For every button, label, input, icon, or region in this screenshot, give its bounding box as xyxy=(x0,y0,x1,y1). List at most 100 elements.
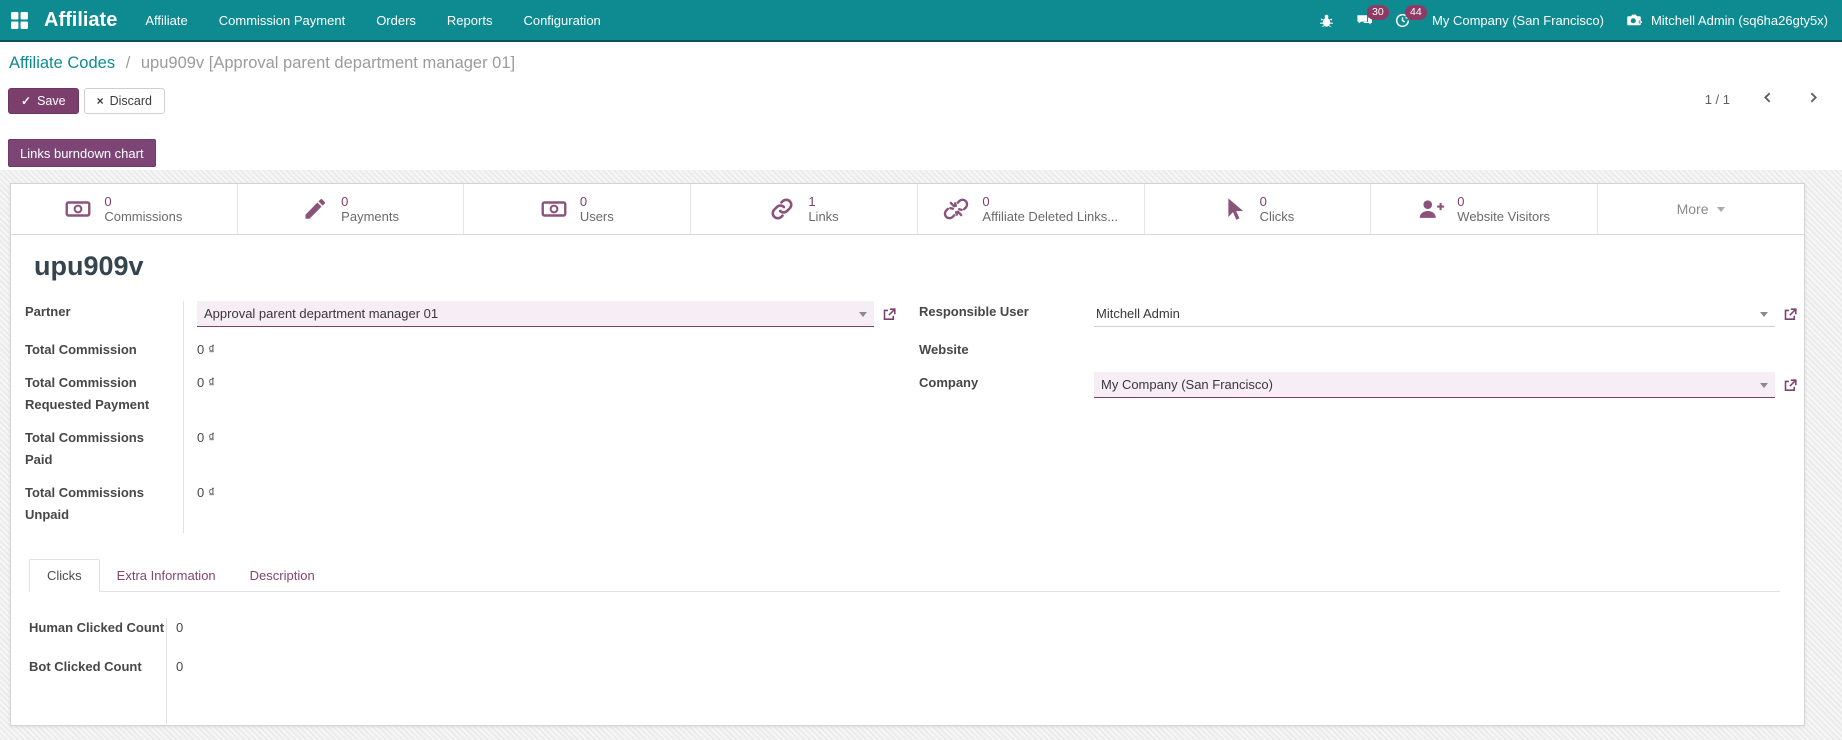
money-icon xyxy=(65,201,91,217)
stat-value: 0 xyxy=(982,194,990,209)
apps-menu-button[interactable] xyxy=(10,11,29,30)
stat-label: Website Visitors xyxy=(1457,209,1551,224)
partner-label: Partner xyxy=(25,304,71,319)
messages-badge: 30 xyxy=(1367,4,1389,20)
form-sheet: 0 Commissions 0 Payments 0 Users 1 Links 0 Af… xyxy=(10,183,1805,726)
stat-website-visitors[interactable]: 0 Website Visitors xyxy=(1371,184,1599,234)
pencil-icon xyxy=(305,199,326,219)
stat-clicks[interactable]: 0 Clicks xyxy=(1145,184,1372,234)
avatar-camera-icon xyxy=(1627,14,1642,26)
activities-button[interactable]: 44 xyxy=(1394,4,1427,29)
control-panel: Affiliate Codes / upu909v [Approval pare… xyxy=(0,42,1842,170)
pager-next-button[interactable] xyxy=(1804,90,1822,108)
check-icon: ✓ xyxy=(21,94,32,108)
main-menu: Affiliate Commission Payment Orders Repo… xyxy=(145,13,600,28)
total-commissions-unpaid-value: 0 ₫ xyxy=(197,485,216,501)
total-commission-value: 0 ₫ xyxy=(197,342,216,357)
bot-clicked-count-label: Bot Clicked Count xyxy=(29,659,142,675)
chevron-down-icon[interactable] xyxy=(859,311,867,317)
group-separator-line xyxy=(183,301,184,534)
external-link-icon[interactable] xyxy=(1783,307,1798,322)
menu-commission-payment[interactable]: Commission Payment xyxy=(219,13,345,28)
total-commission-requested-label: Total Commission Requested Payment xyxy=(25,375,150,412)
group-separator-line xyxy=(166,618,167,725)
total-commissions-paid-label: Total Commissions Paid xyxy=(25,430,144,467)
external-link-icon[interactable] xyxy=(1783,378,1798,393)
stat-label: Links xyxy=(808,209,839,224)
messages-button[interactable]: 30 xyxy=(1356,4,1389,29)
tab-description[interactable]: Description xyxy=(233,559,332,591)
user-plus-icon xyxy=(1420,200,1445,218)
stat-users[interactable]: 0 Users xyxy=(464,184,692,234)
company-label: Company xyxy=(919,375,979,391)
stat-value: 1 xyxy=(808,194,816,209)
right-field-group: Responsible User Website xyxy=(919,301,1798,537)
top-navbar: Affiliate Affiliate Commission Payment O… xyxy=(0,0,1842,42)
record-title: upu909v xyxy=(34,251,144,281)
breadcrumb-separator: / xyxy=(125,54,131,72)
screen: Affiliate Affiliate Commission Payment O… xyxy=(0,0,1842,740)
pager: 1 / 1 xyxy=(1705,90,1822,108)
discard-button-label: Discard xyxy=(109,94,152,108)
breadcrumb-current: upu909v [Approval parent department mana… xyxy=(140,54,516,72)
website-value[interactable] xyxy=(1094,339,1798,360)
total-commission-requested-value: 0 ₫ xyxy=(197,375,216,391)
website-label: Website xyxy=(919,342,969,357)
menu-orders[interactable]: Orders xyxy=(376,13,416,28)
app-brand[interactable]: Affiliate xyxy=(44,9,117,32)
clicks-tab-pane: Human Clicked Count 0 Bot Clicked Count … xyxy=(29,618,1780,725)
stat-label: Affiliate Deleted Links... xyxy=(982,209,1119,224)
left-field-group: Partner Total Commission xyxy=(25,301,897,537)
debug-mode-button[interactable] xyxy=(1318,12,1335,29)
chain-broken-icon xyxy=(944,198,969,220)
pager-previous-button[interactable] xyxy=(1758,90,1776,108)
company-switcher[interactable]: My Company (San Francisco) xyxy=(1432,13,1604,28)
stat-value: 0 xyxy=(579,194,588,209)
notebook: Clicks Extra Information Description xyxy=(29,559,1780,593)
stat-links[interactable]: 1 Links xyxy=(691,184,918,234)
discard-button[interactable]: × Discard xyxy=(83,88,165,114)
save-button[interactable]: ✓ Save xyxy=(8,88,79,114)
links-burndown-chart-button[interactable]: Links burndown chart xyxy=(8,139,156,167)
chevron-down-icon xyxy=(1717,206,1726,212)
stat-value: 0 xyxy=(341,194,349,209)
menu-affiliate[interactable]: Affiliate xyxy=(145,13,187,28)
total-commission-label: Total Commission xyxy=(25,342,137,357)
external-link-icon[interactable] xyxy=(882,307,897,322)
menu-reports[interactable]: Reports xyxy=(447,13,493,28)
tab-clicks[interactable]: Clicks xyxy=(29,559,100,593)
stat-label: Commissions xyxy=(104,209,183,224)
stat-payments[interactable]: 0 Payments xyxy=(238,184,465,234)
bug-icon xyxy=(1320,14,1333,27)
stat-label: Users xyxy=(579,209,614,224)
money-icon xyxy=(541,201,567,217)
tab-extra-information[interactable]: Extra Information xyxy=(100,559,233,591)
more-button[interactable]: More xyxy=(1598,184,1804,234)
stat-commissions[interactable]: 0 Commissions xyxy=(11,184,238,234)
apps-grid-icon xyxy=(11,11,28,29)
user-menu[interactable]: Mitchell Admin (sq6ha26gty5x) xyxy=(1625,11,1828,29)
activities-badge: 44 xyxy=(1405,4,1427,20)
company-input[interactable] xyxy=(1094,372,1775,399)
chevron-left-icon xyxy=(1763,92,1770,103)
chevron-down-icon[interactable] xyxy=(1760,382,1768,388)
save-button-label: Save xyxy=(37,94,66,108)
chevron-down-icon[interactable] xyxy=(1760,311,1768,317)
more-button-label: More xyxy=(1676,201,1709,217)
cursor-icon xyxy=(1227,198,1243,220)
total-commissions-paid-value: 0 ₫ xyxy=(197,430,216,446)
menu-configuration[interactable]: Configuration xyxy=(523,13,600,28)
stat-affiliate-deleted-links[interactable]: 0 Affiliate Deleted Links... xyxy=(918,184,1145,234)
responsible-user-label: Responsible User xyxy=(919,304,1029,319)
tab-strip: Clicks Extra Information Description xyxy=(29,559,1780,593)
responsible-user-input[interactable] xyxy=(1094,301,1775,327)
breadcrumb-parent-link[interactable]: Affiliate Codes xyxy=(9,54,115,72)
stat-value: 0 xyxy=(1457,194,1465,209)
stat-label: Payments xyxy=(341,209,399,224)
stat-label: Clicks xyxy=(1259,209,1295,224)
human-clicked-count-label: Human Clicked Count xyxy=(29,620,165,636)
partner-input[interactable] xyxy=(197,301,874,327)
total-commissions-unpaid-label: Total Commissions Unpaid xyxy=(25,485,144,522)
page-background: 0 Commissions 0 Payments 0 Users 1 Links 0 Af… xyxy=(0,170,1842,740)
user-name: Mitchell Admin (sq6ha26gty5x) xyxy=(1650,12,1828,28)
